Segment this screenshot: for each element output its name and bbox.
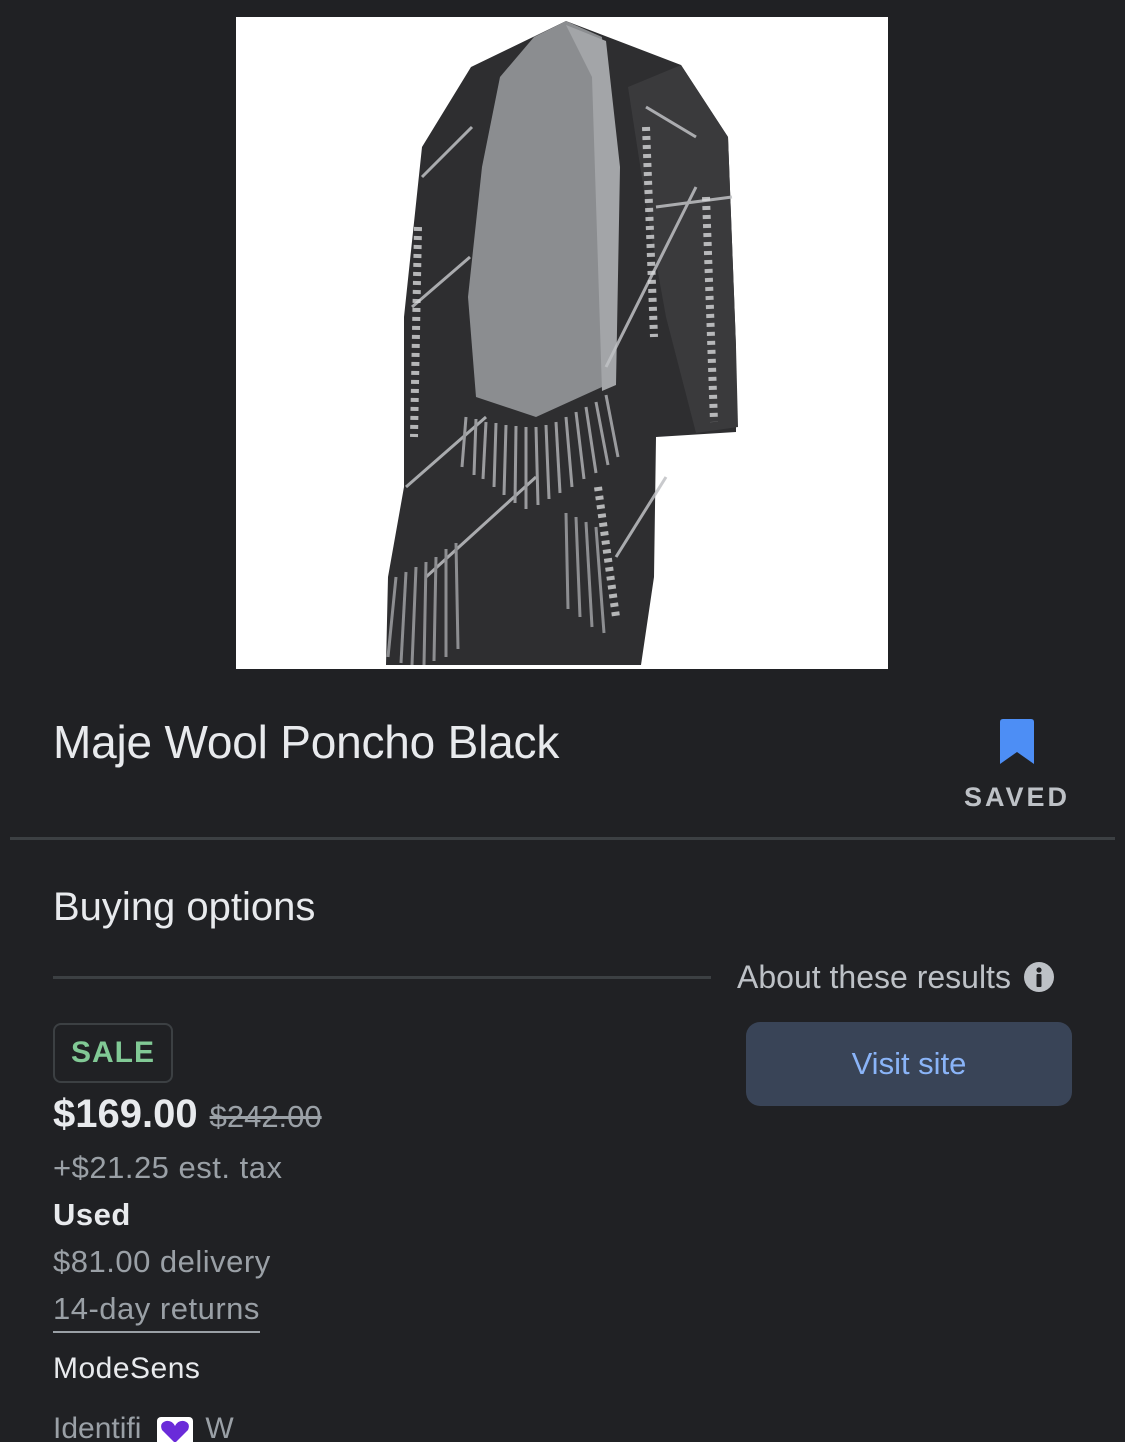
seller-name: ModeSens xyxy=(53,1352,201,1385)
delivery-cost: $81.00 delivery xyxy=(53,1244,271,1279)
divider xyxy=(10,837,1115,840)
cutoff-text-right: W xyxy=(205,1412,234,1442)
partially-visible-row: Identifi W xyxy=(53,1412,234,1442)
bookmark-icon xyxy=(1000,719,1034,764)
original-price: $242.00 xyxy=(209,1099,322,1134)
saved-label: SAVED xyxy=(963,782,1071,812)
current-price: $169.00 xyxy=(53,1092,198,1136)
about-results-link[interactable]: About these results xyxy=(737,955,1055,999)
estimated-tax: +$21.25 est. tax xyxy=(53,1150,283,1185)
cutoff-text-left: Identifi xyxy=(53,1412,142,1442)
info-icon xyxy=(1023,962,1054,992)
product-title: Maje Wool Poncho Black xyxy=(53,716,560,768)
heart-logo-icon xyxy=(157,1417,194,1442)
returns-policy-link[interactable]: 14-day returns xyxy=(53,1291,260,1333)
buying-options-title: Buying options xyxy=(53,885,316,929)
sale-badge: SALE xyxy=(53,1023,173,1083)
price-row: $169.00 $242.00 xyxy=(53,1092,322,1144)
about-results-label: About these results xyxy=(737,958,1011,995)
item-condition: Used xyxy=(53,1197,131,1232)
save-button[interactable]: SAVED xyxy=(950,712,1084,822)
visit-site-button[interactable]: Visit site xyxy=(746,1022,1072,1106)
product-image[interactable] xyxy=(236,17,888,669)
divider xyxy=(53,976,711,979)
